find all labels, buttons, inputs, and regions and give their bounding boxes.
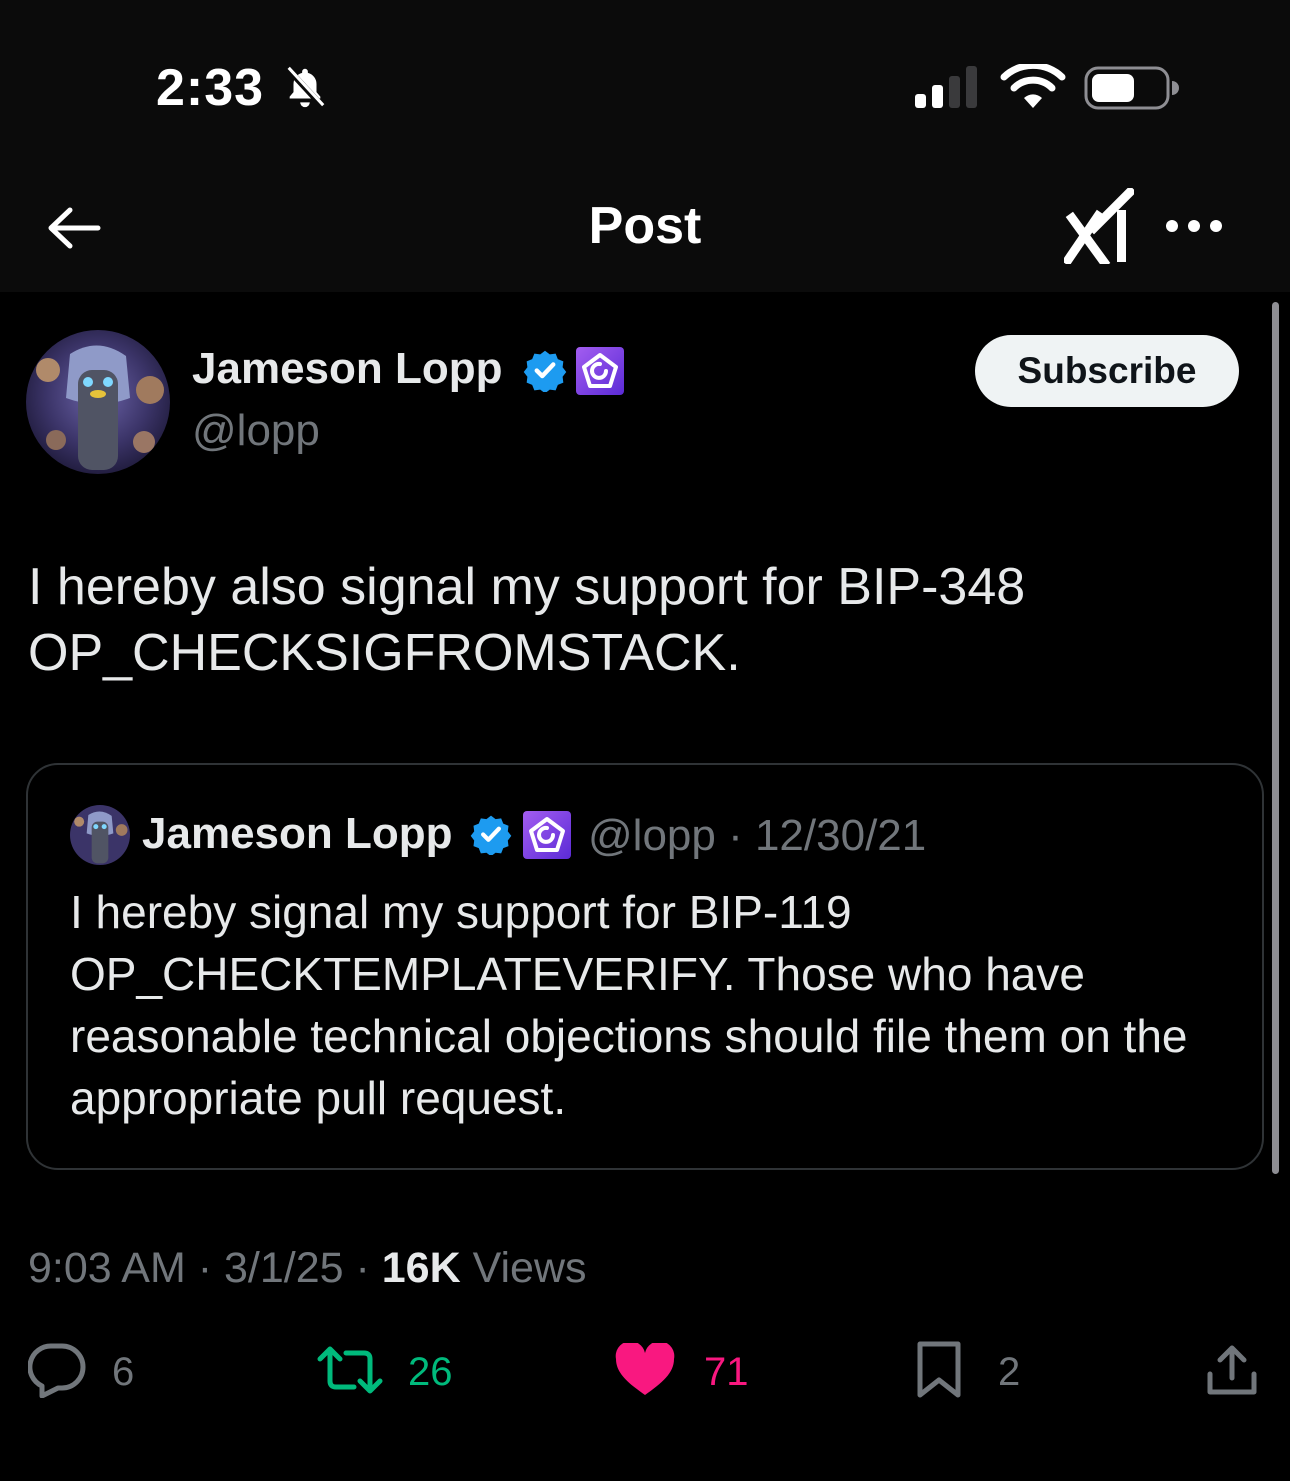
battery-icon xyxy=(1084,66,1180,115)
repost-icon xyxy=(316,1345,384,1400)
heart-icon xyxy=(614,1340,676,1402)
quoted-post[interactable]: Jameson Lopp @lopp · 12/30/21 I hereby s… xyxy=(26,763,1264,1170)
bookmark-button[interactable]: 2 xyxy=(914,1340,1020,1404)
quoted-handle-date: @lopp · 12/30/21 xyxy=(588,811,927,860)
repost-count: 26 xyxy=(408,1349,453,1394)
verified-badge-icon[interactable] xyxy=(523,348,567,397)
bell-off-icon xyxy=(282,64,328,115)
share-icon xyxy=(1204,1342,1260,1403)
quoted-text: I hereby signal my support for BIP-119 O… xyxy=(70,886,1188,1124)
author-handle[interactable]: @lopp xyxy=(192,406,320,456)
repost-button[interactable]: 26 xyxy=(316,1340,453,1404)
bookmark-icon xyxy=(914,1340,964,1405)
cellular-signal-icon xyxy=(915,66,983,113)
more-icon[interactable] xyxy=(1164,216,1224,241)
organization-badge-icon xyxy=(522,810,572,865)
views-label: Views xyxy=(460,1244,587,1292)
grok-icon[interactable] xyxy=(1061,185,1137,269)
reply-count: 6 xyxy=(112,1349,135,1394)
post-text: I hereby also signal my support for BIP-… xyxy=(28,558,1026,682)
top-bar: 2:33 Post xyxy=(0,0,1290,292)
quoted-author-name: Jameson Lopp xyxy=(142,809,453,858)
scrollbar[interactable] xyxy=(1272,302,1279,1174)
wifi-icon xyxy=(1000,61,1066,115)
verified-badge-icon xyxy=(470,813,512,860)
avatar[interactable] xyxy=(26,330,170,474)
author-name[interactable]: Jameson Lopp xyxy=(192,344,503,394)
views-count[interactable]: 16K xyxy=(382,1244,461,1292)
post-meta: 9:03 AM · 3/1/25 · 16K Views xyxy=(28,1244,587,1293)
subscribe-button[interactable]: Subscribe xyxy=(975,335,1239,407)
share-button[interactable] xyxy=(1204,1340,1260,1404)
bookmark-count: 2 xyxy=(998,1349,1021,1394)
post-timestamp[interactable]: 9:03 AM · 3/1/25 · xyxy=(28,1244,382,1292)
like-button[interactable]: 71 xyxy=(614,1340,749,1404)
quoted-avatar xyxy=(70,805,130,865)
status-time: 2:33 xyxy=(156,59,265,117)
reply-icon xyxy=(27,1342,86,1403)
like-count: 71 xyxy=(704,1349,749,1394)
organization-badge-icon[interactable] xyxy=(575,346,625,401)
reply-button[interactable]: 6 xyxy=(27,1340,135,1404)
